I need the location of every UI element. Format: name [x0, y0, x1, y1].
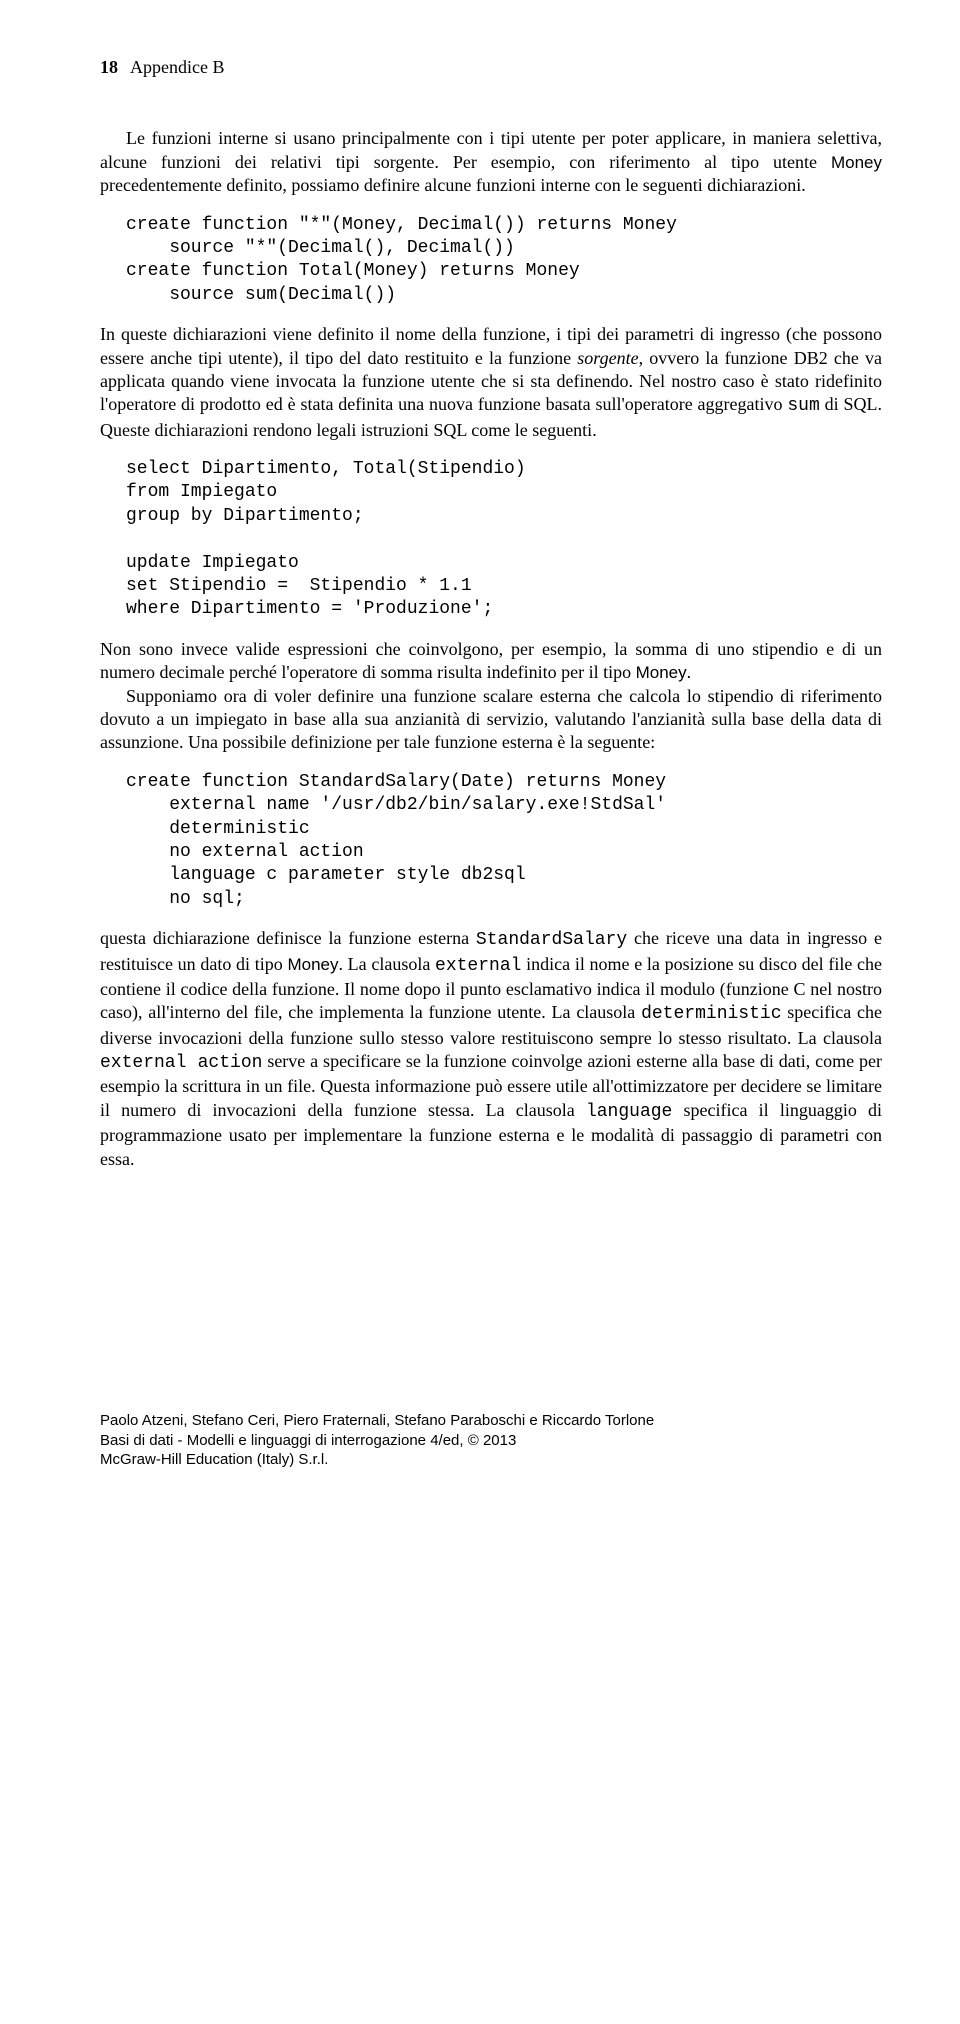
para1-tail: precedentemente definito, possiamo defin…	[100, 175, 806, 195]
para3-a: Non sono invece valide espressioni che c…	[100, 639, 882, 682]
para5-tt-external-action: external action	[100, 1053, 262, 1073]
para1-type-money: Money	[831, 153, 882, 172]
footer-publisher: McGraw-Hill Education (Italy) S.r.l.	[100, 1450, 882, 1470]
para2-tt-sum: sum	[787, 396, 819, 416]
para5-tt-language: language	[586, 1102, 672, 1122]
paragraph-1: Le funzioni interne si usano principalme…	[100, 127, 882, 197]
page-content: 18 Appendice B Le funzioni interne si usa…	[0, 0, 960, 1520]
para5-c: . La clausola	[338, 954, 435, 974]
para5-tt-deterministic: deterministic	[641, 1004, 781, 1024]
page-footer: Paolo Atzeni, Stefano Ceri, Piero Frater…	[100, 1411, 882, 1470]
paragraph-5: questa dichiarazione definisce la funzio…	[100, 927, 882, 1171]
para5-a: questa dichiarazione definisce la funzio…	[100, 928, 476, 948]
para1-text: Le funzioni interne si usano principalme…	[100, 128, 882, 171]
paragraph-2: In queste dichiarazioni viene definito i…	[100, 323, 882, 442]
code-block-3: create function StandardSalary(Date) ret…	[126, 771, 882, 911]
appendix-label: Appendice B	[130, 57, 224, 77]
para2-italic-sorgente: sorgente	[577, 348, 638, 368]
para5-tt-standardsalary: StandardSalary	[476, 930, 627, 950]
code-block-2: select Dipartimento, Total(Stipendio) fr…	[126, 458, 882, 622]
para3-b: .	[687, 662, 692, 682]
page-number: 18	[100, 57, 118, 77]
paragraph-4: Supponiamo ora di voler definire una fun…	[100, 685, 882, 755]
para5-tt-external: external	[435, 956, 521, 976]
paragraph-3: Non sono invece valide espressioni che c…	[100, 638, 882, 685]
code-block-1: create function "*"(Money, Decimal()) re…	[126, 214, 882, 308]
footer-authors: Paolo Atzeni, Stefano Ceri, Piero Frater…	[100, 1411, 882, 1431]
footer-title: Basi di dati - Modelli e linguaggi di in…	[100, 1431, 882, 1451]
para3-type-money: Money	[636, 663, 687, 682]
page-header: 18 Appendice B	[100, 56, 882, 79]
para5-type-money: Money	[287, 955, 338, 974]
para4-text: Supponiamo ora di voler definire una fun…	[100, 686, 882, 753]
